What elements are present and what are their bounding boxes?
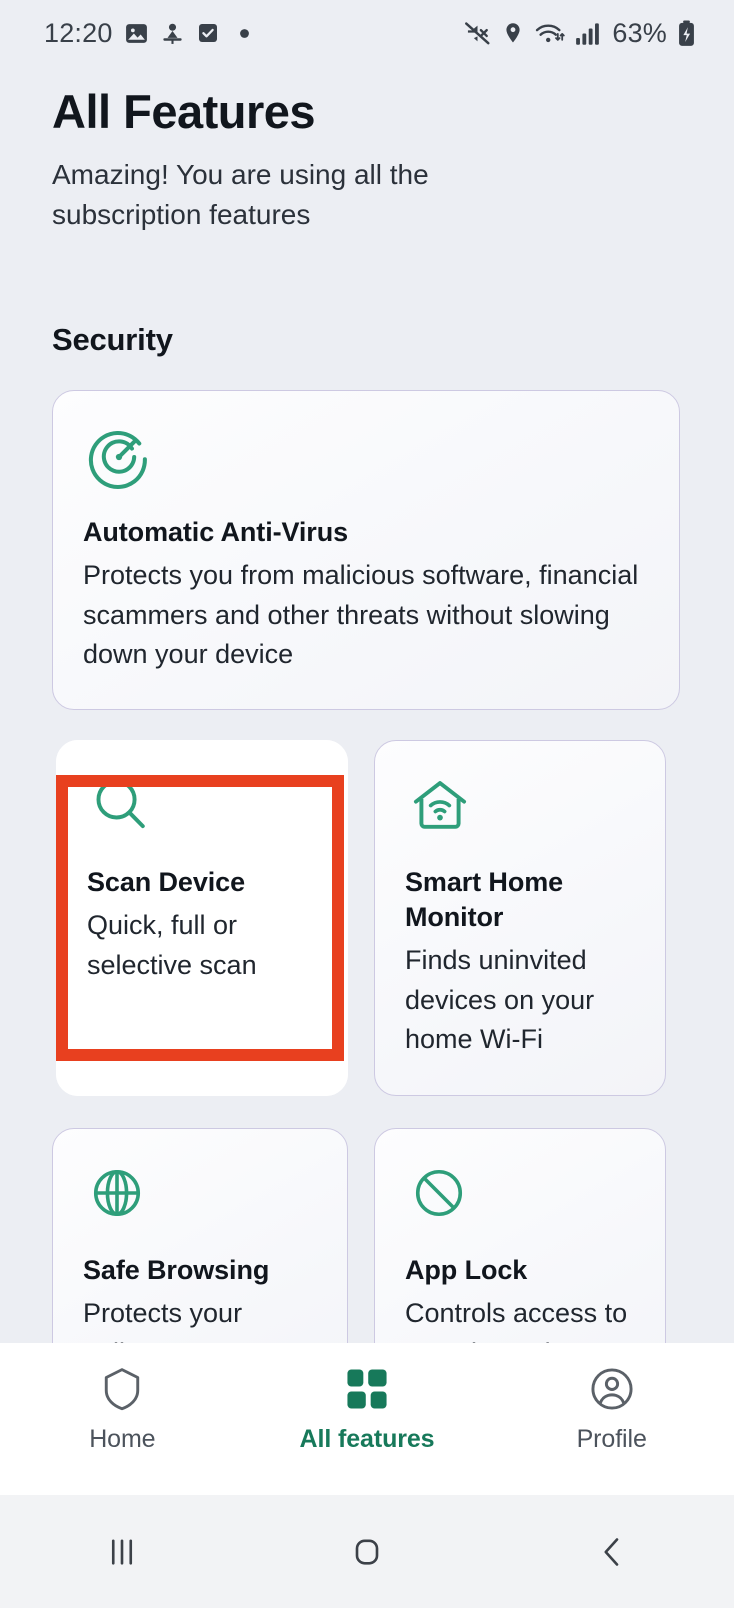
card-description: Protects you from malicious software, fi… <box>83 560 639 669</box>
mute-icon <box>464 20 491 47</box>
dot-icon <box>239 28 250 39</box>
battery-percent: 63% <box>612 17 667 48</box>
checkbox-icon <box>196 21 220 45</box>
globe-icon <box>83 1159 317 1233</box>
magnifier-icon <box>87 771 317 845</box>
scan-target-icon <box>83 421 649 495</box>
status-time: 12:20 <box>44 17 113 48</box>
image-icon <box>124 21 149 46</box>
shield-icon <box>101 1365 143 1413</box>
tab-label: Home <box>89 1425 156 1453</box>
card-title: Scan Device <box>87 867 245 897</box>
bottom-tab-bar: Home All features Profile <box>0 1343 734 1495</box>
page-header: All Features Amazing! You are using all … <box>52 85 690 235</box>
house-wifi-icon <box>405 771 635 845</box>
android-nav-bar <box>0 1495 734 1608</box>
location-icon <box>501 21 525 45</box>
feature-card-automatic-anti-virus[interactable]: Automatic Anti-Virus Protects you from m… <box>52 390 680 710</box>
app-screen: 12:20 63% All Features Amazing! You are … <box>0 0 734 1608</box>
battery-icon <box>677 19 696 47</box>
status-bar: 12:20 63% <box>0 0 734 66</box>
card-description: Quick, full or selective scan <box>87 910 257 980</box>
account-circle-icon <box>590 1365 634 1413</box>
status-bar-right: 63% <box>464 18 696 49</box>
person-pin-icon <box>160 21 185 46</box>
card-title: Smart Home Monitor <box>405 867 564 933</box>
recents-icon[interactable] <box>0 1532 245 1572</box>
card-title: Automatic Anti-Virus <box>83 517 349 547</box>
tab-home[interactable]: Home <box>0 1365 245 1454</box>
tab-all-features[interactable]: All features <box>245 1365 490 1454</box>
tab-label: All features <box>299 1425 435 1453</box>
status-bar-left: 12:20 <box>44 18 250 49</box>
signal-icon <box>575 21 602 46</box>
tab-label: Profile <box>576 1425 647 1453</box>
section-title-security: Security <box>52 322 173 357</box>
grid-icon <box>345 1365 389 1413</box>
feature-card-smart-home-monitor[interactable]: Smart Home Monitor Finds uninvited devic… <box>374 740 666 1096</box>
tab-profile[interactable]: Profile <box>489 1365 734 1454</box>
home-square-icon[interactable] <box>245 1532 490 1572</box>
card-description: Finds uninvited devices on your home Wi-… <box>405 945 595 1054</box>
back-chevron-icon[interactable] <box>489 1532 734 1572</box>
wifi-icon <box>535 20 566 47</box>
feature-card-scan-device[interactable]: Scan Device Quick, full or selective sca… <box>56 740 348 1096</box>
page-subtitle: Amazing! You are using all the subscript… <box>52 158 429 230</box>
prohibited-icon <box>405 1159 635 1233</box>
card-title: Safe Browsing <box>83 1255 270 1285</box>
card-title: App Lock <box>405 1255 528 1285</box>
page-title: All Features <box>52 85 316 138</box>
